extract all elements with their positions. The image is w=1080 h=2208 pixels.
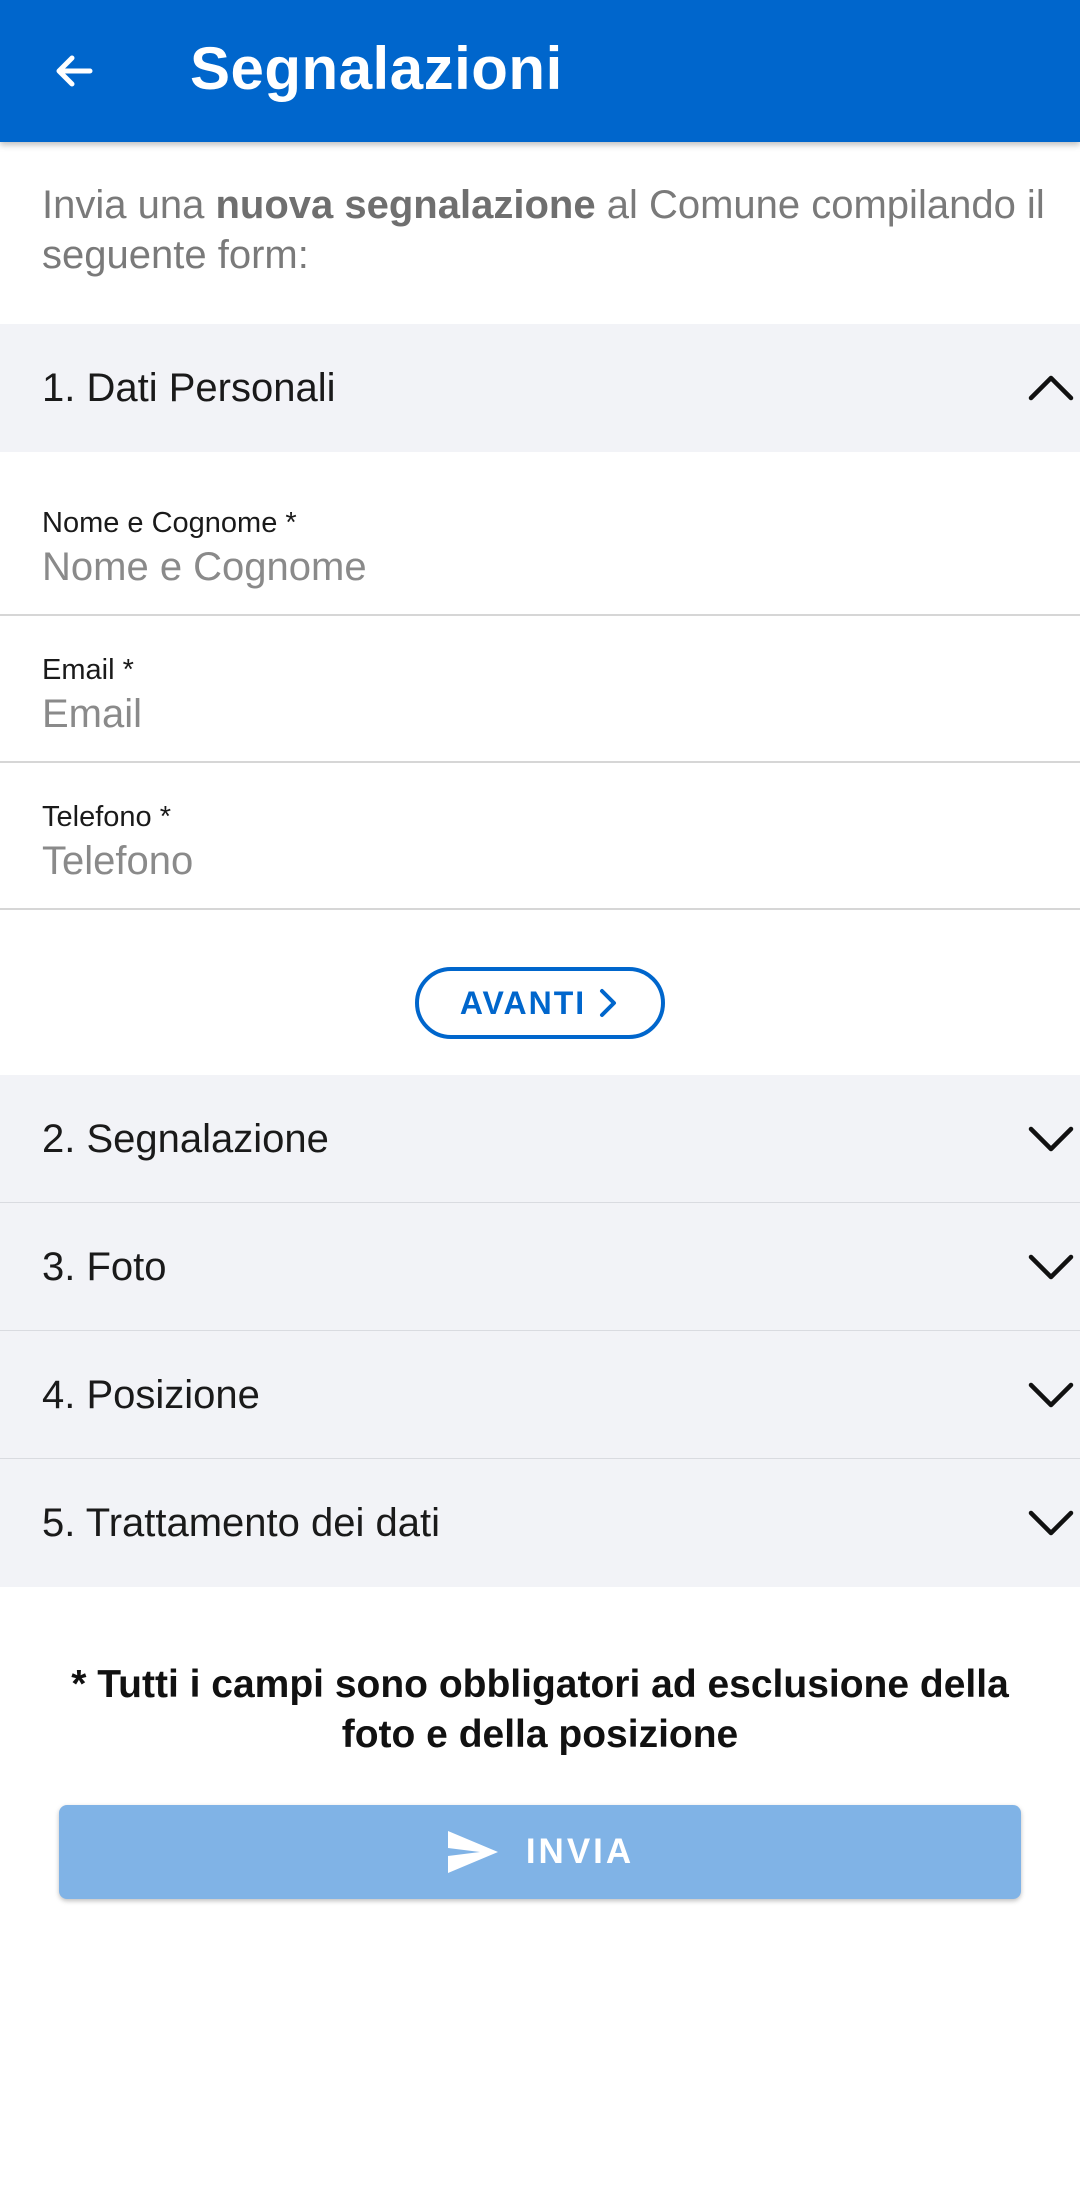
chevron-down-icon <box>1028 1382 1074 1408</box>
section-segnalazione-header[interactable]: 2. Segnalazione <box>0 1075 1080 1203</box>
section-label: 4. Posizione <box>42 1372 260 1417</box>
chevron-down-icon <box>1028 1126 1074 1152</box>
invia-button[interactable]: INVIA <box>59 1805 1021 1899</box>
email-field: Email * <box>0 616 1080 763</box>
app-bar: Segnalazioni <box>0 0 1080 142</box>
arrow-left-icon <box>56 55 93 87</box>
page-title: Segnalazioni <box>190 34 563 102</box>
section-label: 1. Dati Personali <box>42 365 336 410</box>
invia-label: INVIA <box>525 1832 635 1871</box>
intro-text: Invia una nuova segnalazione al Comune c… <box>42 180 1052 280</box>
send-icon <box>447 1831 498 1873</box>
email-input[interactable] <box>42 686 1042 742</box>
avanti-button[interactable]: AVANTI <box>415 967 665 1039</box>
mandatory-fields-note: * Tutti i campi sono obbligatori ad escl… <box>71 1663 1009 1756</box>
telefono-field: Telefono * <box>0 763 1080 910</box>
section-label: 3. Foto <box>42 1244 167 1289</box>
chevron-down-icon <box>1028 1254 1074 1280</box>
section-label: 5. Trattamento dei dati <box>42 1500 441 1545</box>
section-dati-personali-header[interactable]: 1. Dati Personali <box>0 324 1080 452</box>
section-foto-header[interactable]: 3. Foto <box>0 1203 1080 1331</box>
chevron-down-icon <box>1028 1510 1074 1536</box>
section-posizione-header[interactable]: 4. Posizione <box>0 1331 1080 1459</box>
nome-cognome-label: Nome e Cognome * <box>42 507 297 539</box>
telefono-label: Telefono * <box>42 801 171 833</box>
chevron-up-icon <box>1028 375 1074 401</box>
email-label: Email * <box>42 654 134 686</box>
section-trattamento-dati-header[interactable]: 5. Trattamento dei dati <box>0 1459 1080 1587</box>
telefono-input[interactable] <box>42 833 1042 889</box>
intro-pre: Invia una <box>42 183 216 227</box>
intro-bold: nuova segnalazione <box>215 183 596 227</box>
chevron-right-icon <box>600 989 617 1017</box>
back-button[interactable] <box>30 31 118 111</box>
section-label: 2. Segnalazione <box>42 1116 329 1161</box>
nome-cognome-input[interactable] <box>42 539 1042 595</box>
nome-cognome-field: Nome e Cognome * <box>0 469 1080 616</box>
avanti-label: AVANTI <box>459 984 587 1021</box>
